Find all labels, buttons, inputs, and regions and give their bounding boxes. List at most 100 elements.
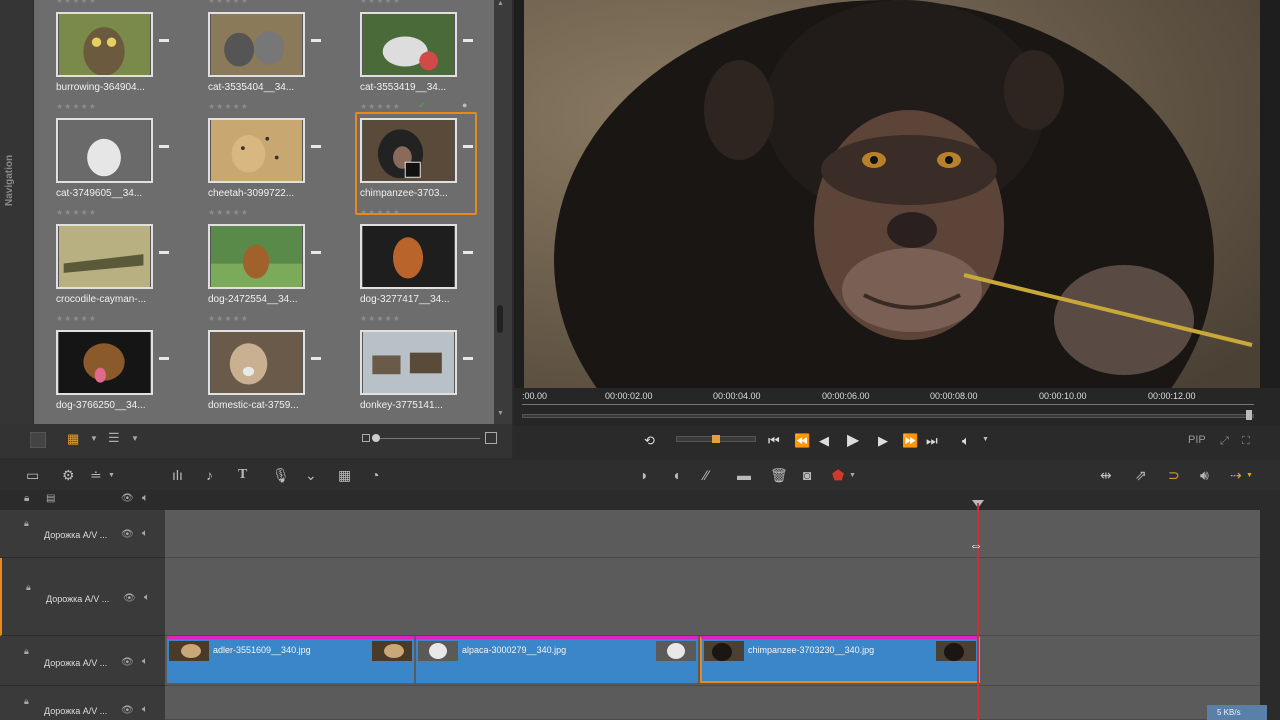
folder-icon[interactable]: ▬ bbox=[463, 34, 473, 45]
scroll-down-icon[interactable]: ▼ bbox=[497, 410, 504, 417]
track-lane[interactable] bbox=[165, 686, 1260, 720]
folder-icon[interactable]: ▬ bbox=[311, 246, 321, 257]
eye-icon[interactable]: 👁︎ bbox=[121, 657, 134, 668]
thumb-size-slider-handle[interactable] bbox=[372, 434, 380, 442]
scrollbar-thumb[interactable] bbox=[497, 305, 503, 333]
track-header[interactable]: 🔒︎ Дорожка А/V ... 👁︎ 🔈︎ bbox=[0, 636, 165, 686]
list-view-icon[interactable]: ☰ bbox=[108, 430, 120, 446]
media-item[interactable]: ★★★★★ ▬ cat-3749605__34... bbox=[34, 96, 169, 202]
folder-icon[interactable]: ▬ bbox=[311, 140, 321, 151]
media-item[interactable]: ★★★★★ ▬ cat-3535404__34... bbox=[186, 0, 321, 96]
step-back-icon[interactable]: ◀ bbox=[819, 432, 829, 450]
insert-mode-icon[interactable]: ⇢ bbox=[1230, 466, 1242, 484]
folder-icon[interactable]: ▬ bbox=[463, 352, 473, 363]
fullscreen-icon[interactable]: ⛶ bbox=[1242, 432, 1250, 450]
folder-icon[interactable]: ▬ bbox=[311, 34, 321, 45]
media-item[interactable]: ★★★★★ ▬ dog-3766250__34... bbox=[34, 308, 169, 414]
pip-button[interactable]: PIP bbox=[1188, 434, 1206, 446]
eye-icon[interactable]: 👁︎ bbox=[121, 529, 134, 540]
folder-icon[interactable]: ▬ bbox=[311, 352, 321, 363]
info-icon[interactable]: ● bbox=[462, 100, 467, 110]
previous-frame-icon[interactable]: ⏪ bbox=[794, 432, 810, 450]
library-scrollbar[interactable]: ▲ ▼ bbox=[494, 0, 506, 424]
step-forward-icon[interactable]: ▶ bbox=[878, 432, 888, 450]
rating-stars[interactable]: ★★★★★ bbox=[208, 208, 249, 217]
next-frame-icon[interactable]: ⏩ bbox=[902, 432, 918, 450]
track-lane[interactable] bbox=[165, 558, 1260, 636]
eye-icon[interactable]: 👁︎ bbox=[121, 493, 134, 504]
multicam-icon[interactable]: ▦ bbox=[338, 466, 351, 484]
speaker-icon[interactable]: 🔈︎ bbox=[142, 492, 149, 505]
audio-scrub-icon[interactable]: 🔊︎ bbox=[1200, 466, 1209, 484]
speaker-icon[interactable]: 🔈︎ bbox=[142, 528, 148, 539]
track-header[interactable]: 🔒︎ Дорожка А/V ... 👁︎ 🔈︎ bbox=[0, 558, 165, 636]
preview-time-ruler[interactable]: :00.00 00:00:02.00 00:00:04.00 00:00:06.… bbox=[514, 388, 1280, 426]
timeline-clip[interactable]: alpaca-3000279__340.jpg bbox=[416, 636, 698, 683]
trash-icon[interactable]: 🗑︎ bbox=[770, 466, 788, 484]
dynamic-length-icon[interactable]: ⇗ bbox=[1135, 466, 1147, 484]
large-thumb-icon[interactable] bbox=[485, 432, 497, 444]
folder-icon[interactable]: ▬ bbox=[463, 246, 473, 257]
eye-icon[interactable]: 👁︎ bbox=[123, 593, 136, 604]
rating-stars[interactable]: ★★★★★ bbox=[360, 314, 401, 323]
rating-stars[interactable]: ★★★★★ bbox=[56, 0, 97, 5]
track-header[interactable]: 🔒︎ Дорожка А/V ... 👁︎ 🔈︎ bbox=[0, 510, 165, 558]
play-icon[interactable]: ▶ bbox=[847, 432, 859, 450]
split-icon[interactable]: ⁄⁄ bbox=[704, 466, 709, 484]
timeline-view-icon[interactable]: ▭ bbox=[26, 466, 39, 484]
rating-stars[interactable]: ★★★★★ bbox=[56, 102, 97, 111]
chevron-down-icon[interactable]: ▼ bbox=[90, 434, 98, 443]
media-item[interactable]: ★★★★★ ▬ crocodile-cayman-... bbox=[34, 202, 169, 308]
chevron-down-icon[interactable]: ▼ bbox=[131, 434, 139, 443]
lock-icon[interactable]: 🔒︎ bbox=[24, 646, 29, 657]
rating-stars[interactable]: ★★★★★ bbox=[360, 0, 401, 5]
gear-icon[interactable]: ⚙ bbox=[62, 466, 75, 484]
chevron-down-icon[interactable]: ▼ bbox=[1246, 472, 1253, 479]
chevron-down-icon[interactable]: ▼ bbox=[849, 472, 856, 479]
lock-icon[interactable]: 🔒︎ bbox=[26, 582, 31, 593]
disc-icon[interactable]: ◔ bbox=[371, 466, 379, 484]
rating-stars[interactable]: ★★★★★ bbox=[208, 102, 249, 111]
grid-view-icon[interactable]: ▦ bbox=[67, 431, 79, 447]
chevron-down-icon[interactable]: ▼ bbox=[982, 436, 989, 443]
media-item[interactable]: ★★★★★ ▬ dog-2472554__34... bbox=[186, 202, 321, 308]
chevron-down-icon[interactable]: ▼ bbox=[108, 472, 115, 479]
eye-icon[interactable]: 👁︎ bbox=[121, 705, 134, 716]
scrubber-handle[interactable] bbox=[1246, 410, 1252, 420]
thumb-size-slider[interactable] bbox=[372, 438, 480, 439]
lock-icon[interactable]: 🔒︎ bbox=[24, 518, 29, 529]
marker-icon[interactable]: ⬟ bbox=[832, 466, 844, 484]
motion-icon[interactable]: ⌄ bbox=[305, 466, 317, 484]
go-to-end-icon[interactable]: ⏭ bbox=[926, 432, 938, 450]
snapshot-icon[interactable]: ◙ bbox=[803, 466, 811, 484]
loop-icon[interactable]: ⟲ bbox=[644, 432, 655, 450]
folder-icon[interactable]: ▬ bbox=[159, 34, 169, 45]
rating-stars[interactable]: ★★★★★ bbox=[56, 314, 97, 323]
microphone-icon[interactable]: 🎙︎ bbox=[272, 466, 290, 484]
media-item[interactable]: ★★★★★ ▬ burrowing-364904... bbox=[34, 0, 169, 96]
magnet-icon[interactable]: ⊃ bbox=[1168, 466, 1180, 484]
folder-icon[interactable]: ▬ bbox=[159, 352, 169, 363]
lock-icon[interactable]: 🔒︎ bbox=[24, 696, 29, 707]
folder-icon[interactable]: ▬ bbox=[159, 246, 169, 257]
playhead[interactable] bbox=[977, 503, 979, 720]
volume-icon[interactable]: 🔈︎ bbox=[962, 432, 970, 450]
media-item[interactable]: ★★★★★ ▬ dog-3277417__34... bbox=[338, 202, 473, 308]
rating-stars[interactable]: ★★★★★ bbox=[360, 102, 401, 111]
scroll-up-icon[interactable]: ▲ bbox=[497, 0, 504, 7]
expand-icon[interactable]: ⤢ bbox=[1220, 432, 1229, 450]
rating-stars[interactable]: ★★★★★ bbox=[56, 208, 97, 217]
media-item[interactable]: ★★★★★ ▬ cheetah-3099722... bbox=[186, 96, 321, 202]
media-item[interactable]: ★★★★★ ▬ donkey-3775141... bbox=[338, 308, 473, 414]
audio-edit-icon[interactable]: ♪ bbox=[206, 466, 213, 484]
media-item[interactable]: ★★★★★ ▬ domestic-cat-3759... bbox=[186, 308, 321, 414]
rating-stars[interactable]: ★★★★★ bbox=[208, 314, 249, 323]
title-icon[interactable]: T bbox=[238, 466, 247, 484]
small-thumb-icon[interactable] bbox=[362, 434, 370, 442]
marker-out-icon[interactable]: ◖ bbox=[672, 466, 680, 484]
timeline-clip-selected[interactable]: chimpanzee-3703230__340.jpg bbox=[700, 636, 980, 683]
track-lane[interactable]: adler-3551609__340.jpg alpaca-3000279__3… bbox=[165, 636, 1260, 686]
edit-mode-icon[interactable]: ≐ bbox=[90, 466, 102, 484]
speaker-icon[interactable]: 🔈︎ bbox=[142, 656, 148, 667]
marker-in-icon[interactable]: ◗ bbox=[640, 466, 648, 484]
